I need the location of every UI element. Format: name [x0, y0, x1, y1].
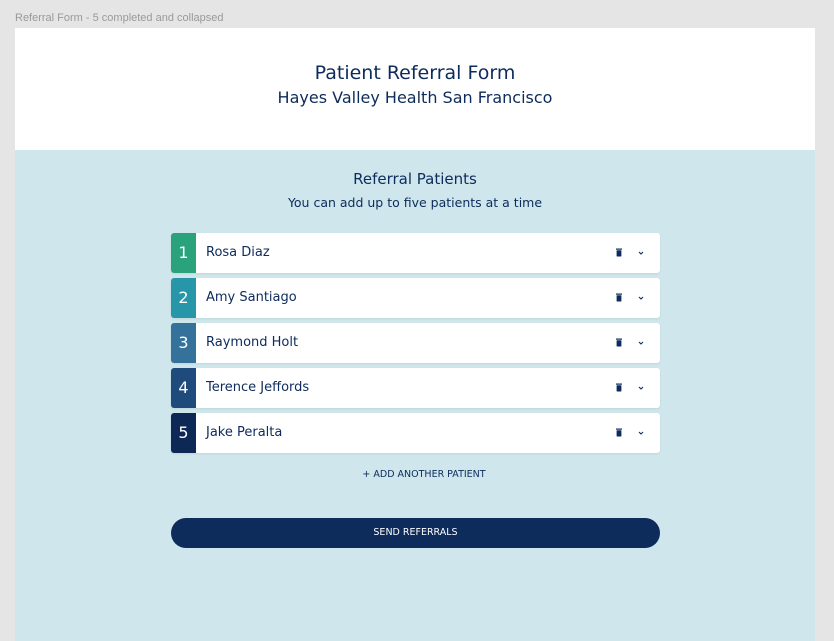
patient-name: Jake Peralta	[206, 425, 283, 440]
chevron-down-icon[interactable]	[634, 291, 648, 305]
form-header: Patient Referral Form Hayes Valley Healt…	[15, 28, 815, 150]
section-title: Referral Patients	[353, 170, 477, 188]
add-patient-link[interactable]: + ADD ANOTHER PATIENT	[15, 469, 833, 480]
chevron-down-icon[interactable]	[634, 381, 648, 395]
patient-row-3[interactable]: 3 Raymond Holt	[171, 323, 660, 363]
patient-number-badge: 3	[171, 323, 196, 363]
chevron-down-icon[interactable]	[634, 246, 648, 260]
clinic-name: Hayes Valley Health San Francisco	[277, 88, 553, 107]
trash-icon[interactable]	[612, 381, 626, 395]
patient-name: Rosa Diaz	[206, 245, 270, 260]
patient-name: Raymond Holt	[206, 335, 299, 350]
patient-number-badge: 1	[171, 233, 196, 273]
patient-row-1[interactable]: 1 Rosa Diaz	[171, 233, 660, 273]
patient-name: Terence Jeffords	[206, 380, 310, 395]
patient-row-2[interactable]: 2 Amy Santiago	[171, 278, 660, 318]
patient-number-badge: 2	[171, 278, 196, 318]
patient-row-4[interactable]: 4 Terence Jeffords	[171, 368, 660, 408]
chevron-down-icon[interactable]	[634, 336, 648, 350]
section-subtitle: You can add up to five patients at a tim…	[287, 195, 543, 210]
patient-number-badge: 4	[171, 368, 196, 408]
trash-icon[interactable]	[612, 336, 626, 350]
patient-number-badge: 5	[171, 413, 196, 453]
trash-icon[interactable]	[612, 426, 626, 440]
referral-form-frame: Patient Referral Form Hayes Valley Healt…	[15, 28, 815, 641]
frame-label: Referral Form - 5 completed and collapse…	[15, 12, 224, 24]
trash-icon[interactable]	[612, 246, 626, 260]
patient-row-5[interactable]: 5 Jake Peralta	[171, 413, 660, 453]
trash-icon[interactable]	[612, 291, 626, 305]
send-referrals-button[interactable]: SEND REFERRALS	[171, 518, 660, 548]
chevron-down-icon[interactable]	[634, 426, 648, 440]
patient-name: Amy Santiago	[206, 290, 297, 305]
form-title: Patient Referral Form	[314, 62, 516, 84]
